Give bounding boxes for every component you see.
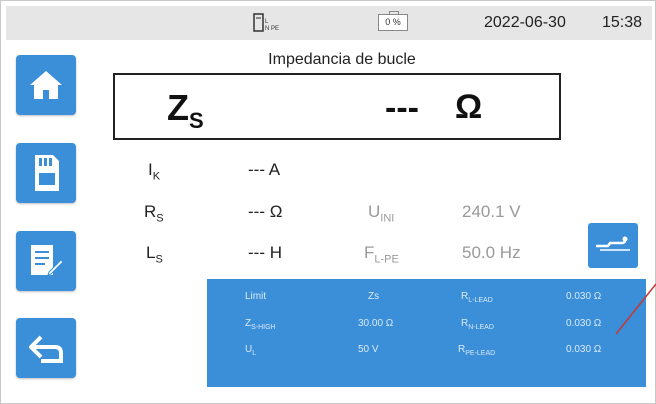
memory-button[interactable] — [16, 143, 76, 203]
main-result-unit: Ω — [455, 88, 483, 126]
waveform-button[interactable] — [588, 223, 638, 268]
home-icon — [27, 68, 65, 102]
main-result-panel: ZS --- Ω — [113, 73, 561, 140]
reading-ik-label: IK — [148, 160, 161, 183]
settings-rl-lead-value: 0.030 Ω — [566, 291, 602, 302]
page-title: Impedancia de bucle — [268, 51, 416, 68]
svg-text:N PE: N PE — [265, 26, 279, 32]
settings-rn-lead-value: 0.030 Ω — [566, 318, 602, 329]
memory-card-icon — [29, 153, 63, 193]
settings-label-limit: Limit — [245, 291, 267, 302]
report-icon — [27, 242, 65, 280]
waveform-icon — [594, 232, 632, 259]
main-result-value: --- — [385, 89, 419, 127]
settings-ul-value: 50 V — [358, 344, 379, 355]
settings-label-rpe-lead: RPE-LEAD — [458, 344, 496, 357]
annotation-pointer — [615, 283, 656, 335]
report-button[interactable] — [16, 231, 76, 291]
reading-ls-label: LS — [146, 243, 163, 266]
reading-ls-value: --- H — [248, 243, 282, 262]
reading-rs-value: --- Ω — [248, 202, 283, 221]
svg-text:L: L — [265, 19, 269, 25]
battery-level: 0 % — [385, 17, 401, 27]
status-time: 15:38 — [602, 14, 643, 31]
settings-label-rn-lead: RN-LEAD — [461, 318, 494, 331]
back-icon — [27, 331, 65, 365]
settings-zs-high-value: 30.00 Ω — [358, 318, 394, 329]
measurement-flpe-label: FL-PE — [364, 243, 399, 266]
battery-icon: 0 % — [378, 11, 408, 31]
settings-limit-type: Zs — [368, 291, 380, 302]
settings-rpe-lead-value: 0.030 Ω — [566, 344, 602, 355]
settings-label-rl-lead: RL-LEAD — [461, 291, 493, 304]
plug-icon: L N PE — [253, 13, 279, 38]
settings-label-zs-high: ZS-HIGH — [245, 318, 276, 331]
reading-ik-value: --- A — [248, 160, 281, 179]
main-result-symbol: ZS — [167, 87, 204, 134]
home-button[interactable] — [16, 55, 76, 115]
measurement-flpe-value: 50.0 Hz — [462, 243, 521, 262]
reading-rs-label: RS — [144, 202, 164, 225]
back-button[interactable] — [16, 318, 76, 378]
measurement-uini-label: UINI — [368, 202, 395, 225]
measurement-uini-value: 240.1 V — [462, 202, 521, 221]
status-date: 2022-06-30 — [484, 14, 566, 31]
settings-label-ul: UL — [245, 344, 257, 357]
status-bar: L N PE 0 % 2022-06-30 15:38 — [6, 6, 652, 40]
